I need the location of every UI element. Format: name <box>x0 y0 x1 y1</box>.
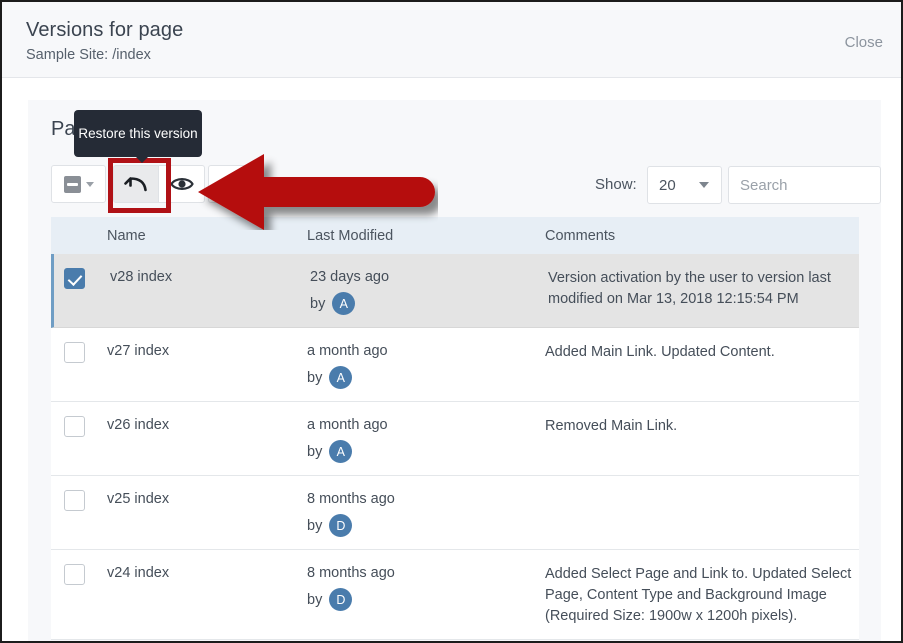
row-name-cell: v26 index <box>107 416 307 463</box>
row-comments-cell <box>545 490 859 537</box>
row-last-modified-cell: 8 months ago by D <box>307 564 545 627</box>
page-subtitle: Sample Site: /index <box>26 47 151 63</box>
more-actions-group <box>208 165 254 203</box>
table-row[interactable]: v25 index 8 months ago by D <box>51 476 859 550</box>
last-modified-text: 8 months ago <box>307 565 395 581</box>
row-name-cell: v24 index <box>107 564 307 627</box>
by-label: by <box>307 443 323 460</box>
row-last-modified-cell: 23 days ago by A <box>310 268 548 315</box>
table-row[interactable]: v24 index 8 months ago by D Added Select Pag… <box>51 550 859 640</box>
last-modified-text: 8 months ago <box>307 491 395 507</box>
row-comments-cell: Added Main Link. Updated Content. <box>545 342 859 389</box>
table-row[interactable]: v28 index 23 days ago by A Version activatio… <box>51 254 859 328</box>
version-name: v26 index <box>107 417 170 433</box>
row-checkbox-cell <box>51 564 107 627</box>
indeterminate-checkbox-icon <box>63 175 81 193</box>
version-name: v24 index <box>107 565 170 581</box>
modified-by: by D <box>307 588 545 611</box>
eye-icon <box>169 178 194 190</box>
last-modified-text: a month ago <box>307 417 388 433</box>
version-name: v28 index <box>110 269 173 285</box>
chevron-down-icon <box>85 181 94 187</box>
table-row[interactable]: v26 index a month ago by A Removed Main Link… <box>51 402 859 476</box>
column-header-comments: Comments <box>545 227 616 244</box>
version-name: v27 index <box>107 343 170 359</box>
row-last-modified-cell: a month ago by A <box>307 416 545 463</box>
row-name-cell: v25 index <box>107 490 307 537</box>
restore-version-button[interactable] <box>113 165 159 203</box>
row-checkbox[interactable] <box>64 490 85 511</box>
row-comments-cell: Added Select Page and Link to. Updated S… <box>545 564 859 627</box>
modal-header: Versions for page Sample Site: /index Cl… <box>2 2 901 78</box>
row-comments-cell: Removed Main Link. <box>545 416 859 463</box>
column-header-last-modified: Last Modified <box>307 227 394 244</box>
row-comments-cell: Version activation by the user to versio… <box>548 268 862 315</box>
restore-tooltip: Restore this version <box>74 110 202 163</box>
screenshot-root: Versions for page Sample Site: /index Cl… <box>0 0 903 643</box>
show-label: Show: <box>595 176 637 193</box>
table-body: v28 index 23 days ago by A Version activatio… <box>51 254 859 640</box>
table-header-row: Name Last Modified Comments <box>51 217 859 254</box>
avatar: A <box>329 366 353 389</box>
tooltip-text: Restore this version <box>78 126 198 141</box>
versions-table: Name Last Modified Comments v28 index 23 … <box>51 217 859 640</box>
avatar: A <box>332 292 356 315</box>
select-all-dropdown-button[interactable] <box>51 165 106 203</box>
last-modified-text: a month ago <box>307 343 388 359</box>
comment-text: Removed Main Link. <box>545 418 678 434</box>
row-checkbox-cell <box>51 416 107 463</box>
comment-text: Added Main Link. Updated Content. <box>545 344 775 360</box>
comment-text: Version activation by the user to versio… <box>548 270 831 307</box>
by-label: by <box>307 369 323 386</box>
action-button-group <box>113 165 205 203</box>
undo-arrow-icon <box>124 177 147 192</box>
page-size-value: 20 <box>659 176 676 194</box>
close-button[interactable]: Close <box>845 34 883 51</box>
row-checkbox-cell <box>54 268 110 315</box>
row-checkbox[interactable] <box>64 342 85 363</box>
avatar: D <box>329 588 353 611</box>
row-checkbox-cell <box>51 342 107 389</box>
by-label: by <box>307 591 323 608</box>
version-name: v25 index <box>107 491 170 507</box>
select-all-group <box>51 165 106 203</box>
avatar: D <box>329 514 353 537</box>
last-modified-text: 23 days ago <box>310 269 390 285</box>
row-last-modified-cell: 8 months ago by D <box>307 490 545 537</box>
modified-by: by D <box>307 514 545 537</box>
table-row[interactable]: v27 index a month ago by A Added Main Link. … <box>51 328 859 402</box>
avatar: A <box>329 440 353 463</box>
more-actions-button[interactable] <box>208 165 254 203</box>
row-checkbox[interactable] <box>64 268 85 289</box>
modified-by: by A <box>307 440 545 463</box>
modified-by: by A <box>310 292 548 315</box>
by-label: by <box>310 295 326 312</box>
preview-version-button[interactable] <box>159 165 205 203</box>
modified-by: by A <box>307 366 545 389</box>
search-input[interactable] <box>728 166 881 204</box>
row-checkbox[interactable] <box>64 416 85 437</box>
page-size-select[interactable]: 20 <box>647 166 722 204</box>
column-header-name: Name <box>107 227 146 244</box>
row-name-cell: v27 index <box>107 342 307 389</box>
row-checkbox[interactable] <box>64 564 85 585</box>
versions-card: Pas Show: 20 Search Name Last Modified C… <box>28 100 881 641</box>
chevron-down-icon <box>699 182 709 188</box>
by-label: by <box>307 517 323 534</box>
row-last-modified-cell: a month ago by A <box>307 342 545 389</box>
row-checkbox-cell <box>51 490 107 537</box>
comment-text: Added Select Page and Link to. Updated S… <box>545 566 852 624</box>
page-title: Versions for page <box>26 19 184 41</box>
row-name-cell: v28 index <box>110 268 310 315</box>
